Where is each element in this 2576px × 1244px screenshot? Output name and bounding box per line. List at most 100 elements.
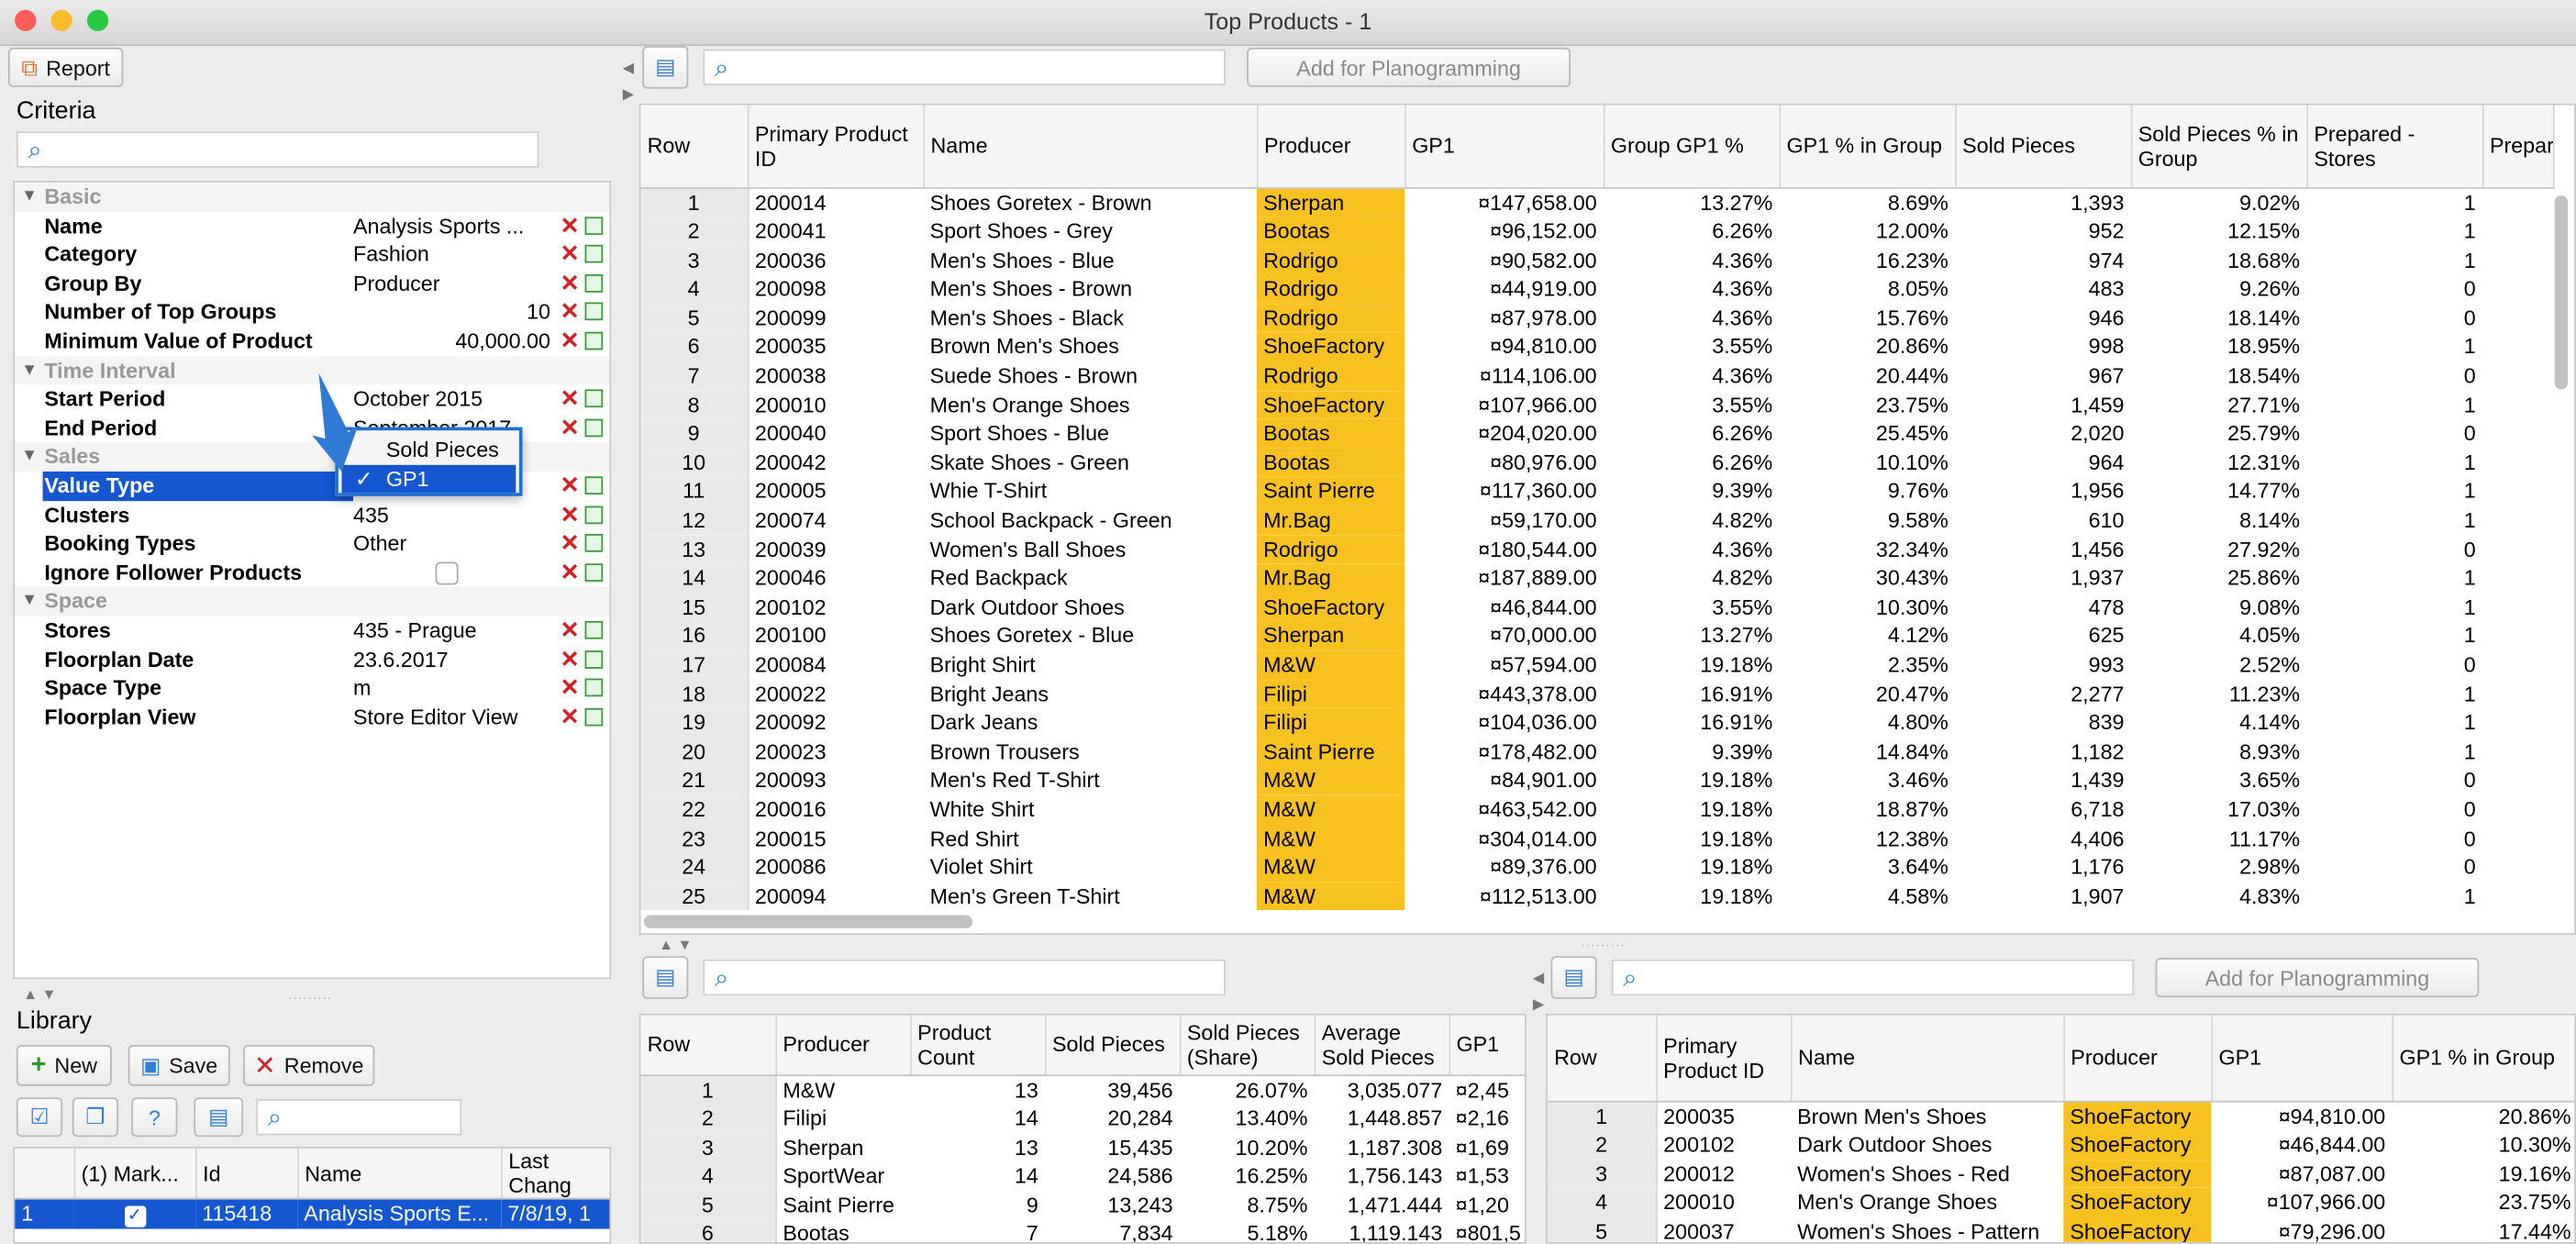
table-row[interactable]: 8 200010 Men's Orange Shoes ShoeFactory ¤107…: [640, 390, 2552, 420]
expand-left-arrow[interactable]: ▶: [623, 85, 634, 104]
producers_table-header-gp1[interactable]: GP1: [1449, 1015, 1525, 1076]
group_table-header-primary-product-id[interactable]: Primary Product ID: [1656, 1015, 1792, 1102]
table-row[interactable]: 20 200023 Brown Trousers Saint Pierre ¤178,4…: [640, 737, 2552, 767]
property-number-of-top-groups[interactable]: Number of Top Groups 10 ✕: [15, 298, 609, 328]
producers_table-header-producer[interactable]: Producer: [775, 1015, 911, 1076]
property-value[interactable]: 435: [353, 500, 550, 529]
products_table-header-prepar[interactable]: Prepar: [2482, 105, 2554, 189]
edit-value-icon[interactable]: [584, 331, 604, 350]
ignore-follower-checkbox[interactable]: [435, 561, 459, 585]
table-row[interactable]: 16 200100 Shoes Goretex - Blue Sherpan ¤70,0…: [640, 621, 2552, 651]
clear-value-icon[interactable]: ✕: [561, 298, 580, 328]
property-group-by[interactable]: Group By Producer ✕: [15, 269, 609, 298]
group_table-header-name[interactable]: Name: [1790, 1015, 2065, 1102]
group-search-input[interactable]: ⌕: [1611, 959, 2135, 996]
edit-value-icon[interactable]: [584, 534, 604, 553]
table-row[interactable]: 14 200046 Red Backpack Mr.Bag ¤187,889.00 4.8…: [640, 563, 2552, 594]
clear-value-icon[interactable]: ✕: [561, 559, 580, 588]
table-row[interactable]: 1 200035 Brown Men's Shoes ShoeFactory ¤94,8…: [1547, 1100, 2574, 1131]
property-value[interactable]: Producer: [353, 269, 550, 298]
table-row[interactable]: 2 200102 Dark Outdoor Shoes ShoeFactory ¤46,…: [1547, 1130, 2574, 1160]
table-row[interactable]: 3 Sherpan 13 15,435 10.20% 1,187.308 ¤1,69: [640, 1133, 1524, 1162]
clear-value-icon[interactable]: ✕: [561, 384, 580, 414]
collapse-bottom-arrows[interactable]: ▲ ▼: [659, 937, 692, 953]
copy-button[interactable]: ❐: [72, 1097, 118, 1138]
edit-value-icon[interactable]: [584, 216, 604, 235]
section-collapse-icon[interactable]: ▼: [21, 587, 38, 616]
property-space-type[interactable]: Space Type m ✕: [15, 674, 609, 704]
table-row[interactable]: 19 200092 Dark Jeans Filipi ¤104,036.00 16.91…: [640, 708, 2552, 738]
section-collapse-icon[interactable]: ▼: [21, 183, 38, 212]
producers_table-header-row[interactable]: Row: [640, 1015, 777, 1076]
library-header-last-change[interactable]: Last Chang: [501, 1148, 610, 1200]
clipboard-button[interactable]: ▤: [194, 1097, 244, 1138]
edit-value-icon[interactable]: [584, 650, 604, 669]
property-ignore-follower-products[interactable]: Ignore Follower Products ✕: [15, 559, 609, 588]
section-collapse-icon[interactable]: ▼: [21, 442, 38, 472]
report-button[interactable]: ⧉ Report: [7, 47, 124, 87]
remove-button[interactable]: ✕ Remove: [243, 1044, 375, 1086]
edit-value-icon[interactable]: [584, 418, 604, 437]
group_table-header-producer[interactable]: Producer: [2063, 1015, 2213, 1102]
edit-value-icon[interactable]: [584, 620, 604, 639]
criteria-search-input[interactable]: ⌕: [16, 131, 539, 168]
library-search-input[interactable]: ⌕: [256, 1099, 462, 1136]
group-clipboard-button[interactable]: ▤: [1550, 956, 1597, 999]
table-row[interactable]: 6 200035 Brown Men's Shoes ShoeFactory ¤94,8…: [640, 332, 2552, 362]
collapse-left-arrow[interactable]: ◀: [1533, 970, 1544, 988]
help-button[interactable]: ?: [131, 1097, 178, 1138]
products_table-header-prepared-stores[interactable]: Prepared - Stores: [2306, 105, 2483, 189]
producers-clipboard-button[interactable]: ▤: [642, 956, 689, 999]
table-row[interactable]: 7 200038 Suede Shoes - Brown Rodrigo ¤114,10…: [640, 361, 2552, 391]
clear-value-icon[interactable]: ✕: [561, 616, 580, 646]
property-value[interactable]: Fashion: [353, 240, 550, 270]
table-row[interactable]: 1 200014 Shoes Goretex - Brown Sherpan ¤147,…: [640, 187, 2552, 217]
products_table-header-gp1-in-group[interactable]: GP1 % in Group: [1779, 105, 1956, 189]
products-vertical-scrollbar[interactable]: [2554, 195, 2569, 390]
group_table-header-row[interactable]: Row: [1547, 1015, 1658, 1102]
property-name[interactable]: Name Analysis Sports ... ✕: [15, 211, 609, 240]
products_table-header-row[interactable]: Row: [640, 105, 749, 189]
table-row[interactable]: 15 200102 Dark Outdoor Shoes ShoeFactory ¤46…: [640, 593, 2552, 622]
property-value[interactable]: 10: [353, 298, 550, 328]
table-row[interactable]: 17 200084 Bright Shirt M&W ¤57,594.00 19.18% 2…: [640, 650, 2552, 680]
table-row[interactable]: 6 Bootas 7 7,834 5.18% 1,119.143 ¤801,5: [640, 1219, 1524, 1242]
clear-value-icon[interactable]: ✕: [561, 674, 580, 704]
clear-value-icon[interactable]: ✕: [561, 269, 580, 298]
table-row[interactable]: 3 200012 Women's Shoes - Red ShoeFactory ¤87…: [1547, 1159, 2574, 1189]
expand-left-arrow[interactable]: ▶: [1533, 995, 1544, 1014]
clear-value-icon[interactable]: ✕: [561, 414, 580, 443]
products-clipboard-button[interactable]: ▤: [642, 46, 689, 89]
library-header-mark[interactable]: (1) Mark...: [73, 1148, 197, 1200]
property-value[interactable]: 40,000.00: [353, 327, 550, 356]
save-button[interactable]: ▣ Save: [128, 1044, 230, 1086]
table-row[interactable]: 1 M&W 13 39,456 26.07% 3,035.077 ¤2,45: [640, 1074, 1524, 1105]
products_table-header-group-gp1-[interactable]: Group GP1 %: [1603, 105, 1781, 189]
clear-value-icon[interactable]: ✕: [561, 472, 580, 501]
table-row[interactable]: 9 200040 Sport Shoes - Blue Bootas ¤204,020.…: [640, 419, 2552, 449]
group_table-header-gp1[interactable]: GP1: [2211, 1015, 2393, 1102]
new-button[interactable]: + New: [16, 1044, 112, 1086]
edit-value-icon[interactable]: [584, 303, 604, 321]
clear-value-icon[interactable]: ✕: [561, 500, 580, 529]
producers_table-header-average-sold-pieces[interactable]: Average Sold Pieces: [1314, 1015, 1450, 1076]
products_table-header-sold-pieces-in-group[interactable]: Sold Pieces % in Group: [2130, 105, 2308, 189]
producers_table-header-sold-pieces-share-[interactable]: Sold Pieces (Share): [1179, 1015, 1316, 1076]
library-row-mark[interactable]: ✓: [74, 1198, 196, 1227]
products_table-header-name[interactable]: Name: [923, 105, 1258, 189]
table-row[interactable]: 4 200010 Men's Orange Shoes ShoeFactory ¤107…: [1547, 1188, 2574, 1217]
section-collapse-icon[interactable]: ▼: [21, 356, 38, 385]
collapse-left-arrow[interactable]: ◀: [623, 59, 634, 77]
edit-value-icon[interactable]: [584, 273, 604, 293]
property-category[interactable]: Category Fashion ✕: [15, 240, 609, 270]
clear-value-icon[interactable]: ✕: [561, 327, 580, 356]
table-row[interactable]: 24 200086 Violet Shirt M&W ¤89,376.00 19.18% 3…: [640, 852, 2552, 883]
collapse-panel-arrows[interactable]: ▲ ▼: [23, 985, 56, 1002]
products-horizontal-scrollbar[interactable]: [643, 915, 973, 928]
clear-value-icon[interactable]: ✕: [561, 240, 580, 270]
section-space[interactable]: ▼ Space: [15, 587, 610, 616]
producers-search-input[interactable]: ⌕: [703, 959, 1226, 996]
edit-value-icon[interactable]: [584, 707, 604, 727]
table-row[interactable]: 11 200005 Whie T-Shirt Saint Pierre ¤117,360…: [640, 477, 2552, 506]
library-header-name[interactable]: Name: [297, 1148, 503, 1200]
